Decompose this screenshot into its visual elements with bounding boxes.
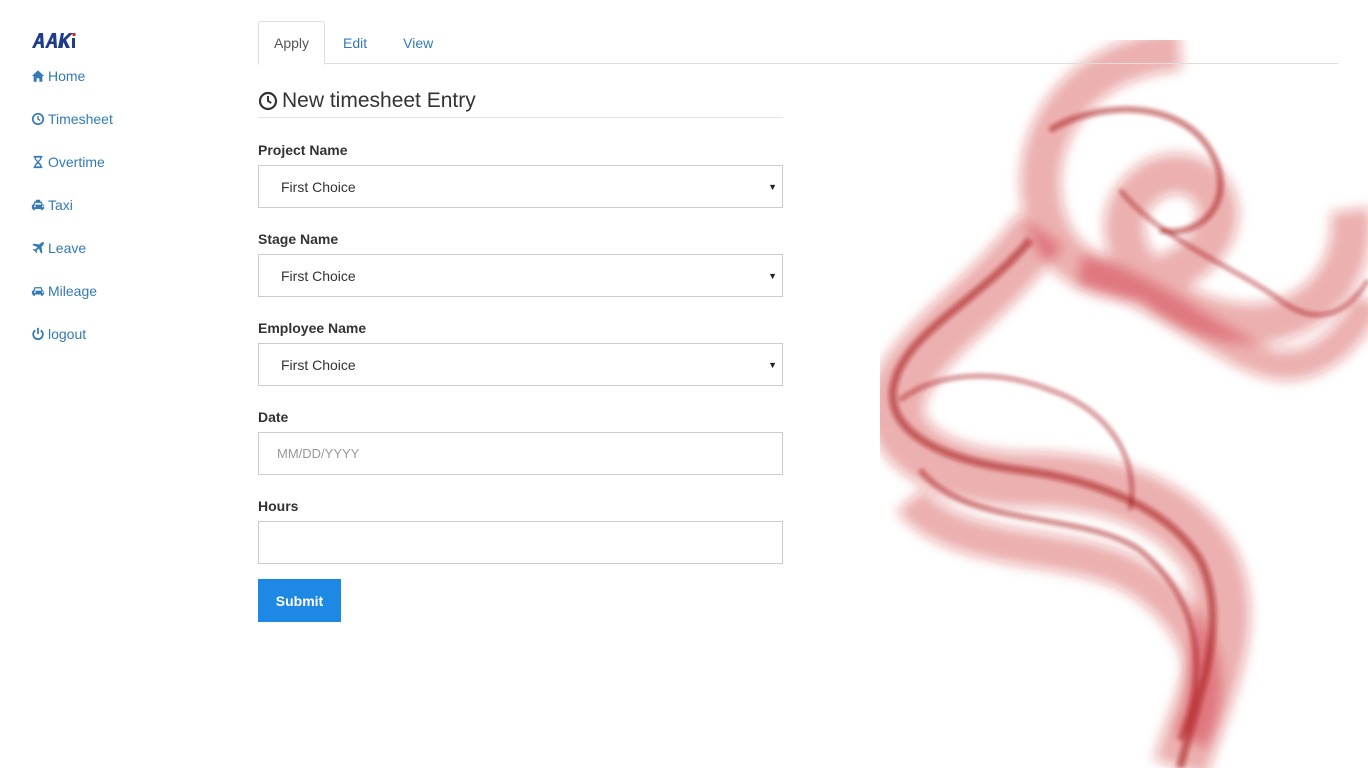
sidebar-item-logout[interactable]: logout: [30, 312, 230, 355]
project-name-label: Project Name: [258, 142, 348, 158]
sidebar-item-label: Leave: [48, 239, 87, 256]
sidebar-item-label: logout: [48, 325, 87, 342]
tab-view[interactable]: View: [385, 21, 451, 64]
power-icon: [30, 326, 46, 342]
clock-icon: [30, 111, 46, 127]
smoke-background-image: [880, 40, 1368, 768]
employee-name-label: Employee Name: [258, 320, 367, 336]
stage-name-label: Stage Name: [258, 231, 339, 247]
sidebar-item-home[interactable]: Home: [30, 54, 230, 97]
sidebar-item-leave[interactable]: Leave: [30, 226, 230, 269]
timesheet-form: New timesheet Entry Project Name First C…: [258, 88, 783, 622]
company-logo[interactable]: [30, 30, 78, 50]
home-icon: [30, 68, 46, 84]
sidebar-item-label: Mileage: [48, 282, 98, 299]
sidebar-item-overtime[interactable]: Overtime: [30, 140, 230, 183]
dropdown-arrow-icon: ▼: [768, 270, 777, 281]
project-name-value: First Choice: [281, 178, 356, 195]
sidebar-item-label: Timesheet: [48, 110, 113, 127]
employee-name-select[interactable]: First Choice ▼: [258, 343, 783, 386]
car-icon: [30, 283, 46, 299]
sidebar-item-label: Taxi: [48, 196, 73, 213]
sidebar-item-mileage[interactable]: Mileage: [30, 269, 230, 312]
tab-edit[interactable]: Edit: [325, 21, 385, 64]
page-title: New timesheet Entry: [258, 88, 783, 118]
stage-name-value: First Choice: [281, 267, 356, 284]
stage-name-select[interactable]: First Choice ▼: [258, 254, 783, 297]
hours-label: Hours: [258, 498, 299, 514]
plane-icon: [30, 240, 46, 256]
tab-bar: Apply Edit View: [258, 21, 1338, 65]
page-title-text: New timesheet Entry: [282, 88, 476, 112]
tab-apply[interactable]: Apply: [258, 21, 326, 65]
date-label: Date: [258, 409, 289, 425]
hours-input[interactable]: [258, 521, 783, 564]
submit-button[interactable]: Submit: [258, 579, 341, 622]
dropdown-arrow-icon: ▼: [768, 181, 777, 192]
hourglass-icon: [30, 154, 46, 170]
sidebar-item-timesheet[interactable]: Timesheet: [30, 97, 230, 140]
date-input[interactable]: [258, 432, 783, 475]
sidebar-item-label: Overtime: [48, 153, 105, 170]
employee-name-value: First Choice: [281, 356, 356, 373]
project-name-select[interactable]: First Choice ▼: [258, 165, 783, 208]
sidebar: Home Timesheet Overtime Taxi Leave Milea…: [30, 30, 230, 355]
clock-icon: [258, 91, 278, 110]
sidebar-item-taxi[interactable]: Taxi: [30, 183, 230, 226]
taxi-icon: [30, 197, 46, 213]
sidebar-item-label: Home: [48, 67, 86, 84]
dropdown-arrow-icon: ▼: [768, 359, 777, 370]
